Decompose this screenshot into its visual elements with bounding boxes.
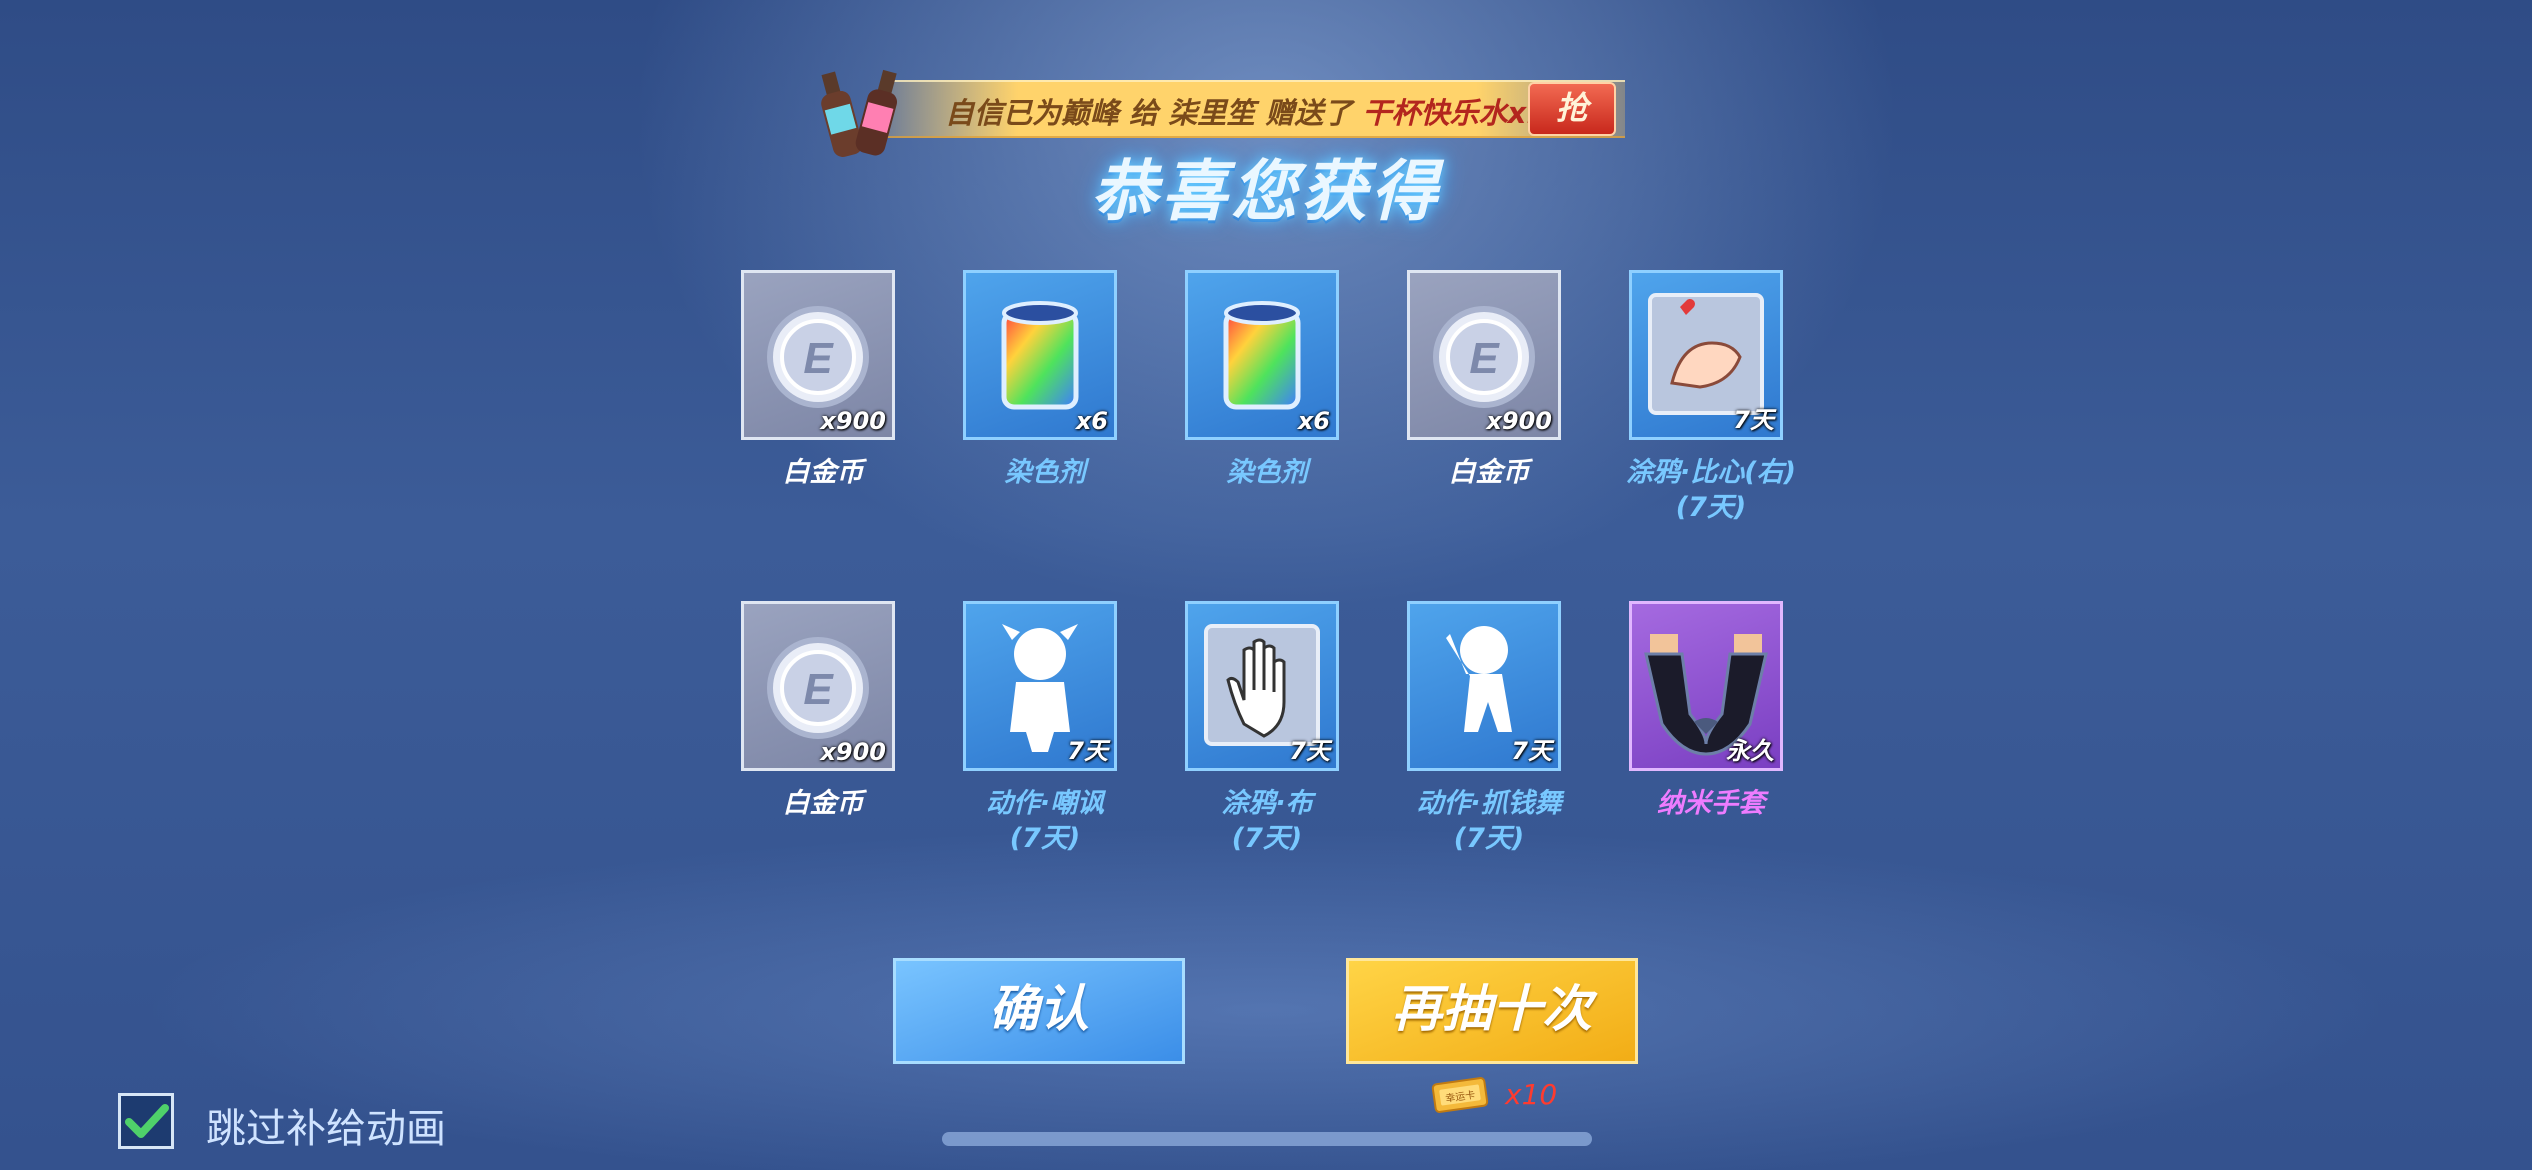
- reward-name: 白金币: [782, 457, 864, 488]
- reward-tile-emote-money-dance[interactable]: 7天: [1407, 601, 1561, 771]
- draw-ten-again-button[interactable]: 再抽十次: [1346, 958, 1638, 1064]
- grab-button[interactable]: 抢: [1528, 82, 1616, 136]
- skip-animation-label[interactable]: 跳过补给动画: [206, 1096, 446, 1154]
- reward-tile-dye[interactable]: x6: [963, 270, 1117, 440]
- reward-tile-emote-taunt[interactable]: 7天: [963, 601, 1117, 771]
- reward-name: 白金币: [782, 788, 864, 819]
- reward-tile-graffiti-palm[interactable]: 7天: [1185, 601, 1339, 771]
- reward-tile-dye[interactable]: x6: [1185, 270, 1339, 440]
- reward-qty: x900: [820, 738, 886, 766]
- reward-qty: x6: [1075, 407, 1108, 435]
- reward-tile-platinum-coin[interactable]: E x900: [1407, 270, 1561, 440]
- reward-tile-platinum-coin[interactable]: E x900: [741, 601, 895, 771]
- reward-qty: 7天: [1067, 737, 1108, 765]
- reward-name: 染色剂: [1226, 457, 1308, 488]
- svg-text:E: E: [803, 334, 834, 383]
- confirm-button[interactable]: 确认: [893, 958, 1185, 1064]
- home-indicator-bar[interactable]: [942, 1132, 1592, 1146]
- reward-qty: x900: [1486, 407, 1552, 435]
- reward-qty: 永久: [1726, 737, 1774, 765]
- reward-tile-nano-gloves[interactable]: 永久: [1629, 601, 1783, 771]
- svg-text:E: E: [803, 665, 834, 714]
- gift-broadcast-banner: 自信已为巅峰 给 柒里笙 赠送了 干杯快乐水x1: [885, 80, 1625, 138]
- lucky-card-ticket-icon: 幸运卡: [1431, 1077, 1489, 1113]
- ticket-cost-count: x10: [1505, 1078, 1558, 1111]
- reward-qty: 7天: [1289, 737, 1330, 765]
- reward-name: 涂鸦·布 (7天): [1221, 788, 1313, 854]
- gift-name: 干杯快乐水x1: [1362, 96, 1547, 130]
- reward-name: 白金币: [1448, 457, 1530, 488]
- reward-tile-graffiti-heart[interactable]: 7天: [1629, 270, 1783, 440]
- reward-name: 动作·抓钱舞 (7天): [1416, 788, 1562, 854]
- reward-qty: 7天: [1733, 406, 1774, 434]
- reward-qty: 7天: [1511, 737, 1552, 765]
- reward-tile-platinum-coin[interactable]: E x900: [741, 270, 895, 440]
- gift-broadcast-text: 自信已为巅峰 给 柒里笙 赠送了 干杯快乐水x1: [945, 90, 1546, 132]
- sender-name: 自信已为巅峰: [945, 96, 1120, 130]
- svg-text:E: E: [1469, 334, 1500, 383]
- skip-animation-checkbox[interactable]: [118, 1093, 174, 1149]
- action-word: 赠送了: [1265, 96, 1353, 130]
- reward-name: 染色剂: [1004, 457, 1086, 488]
- checkmark-icon: [125, 1104, 169, 1138]
- reward-qty: x900: [820, 407, 886, 435]
- reward-name: 纳米手套: [1657, 788, 1765, 819]
- reward-name: 动作·嘲讽 (7天): [985, 788, 1105, 854]
- to-word: 给: [1129, 96, 1159, 130]
- reward-qty: x6: [1297, 407, 1330, 435]
- page-title: 恭喜您获得: [1091, 153, 1441, 230]
- receiver-name: 柒里笙: [1168, 96, 1256, 130]
- reward-name: 涂鸦·比心(右) (7天): [1626, 457, 1796, 523]
